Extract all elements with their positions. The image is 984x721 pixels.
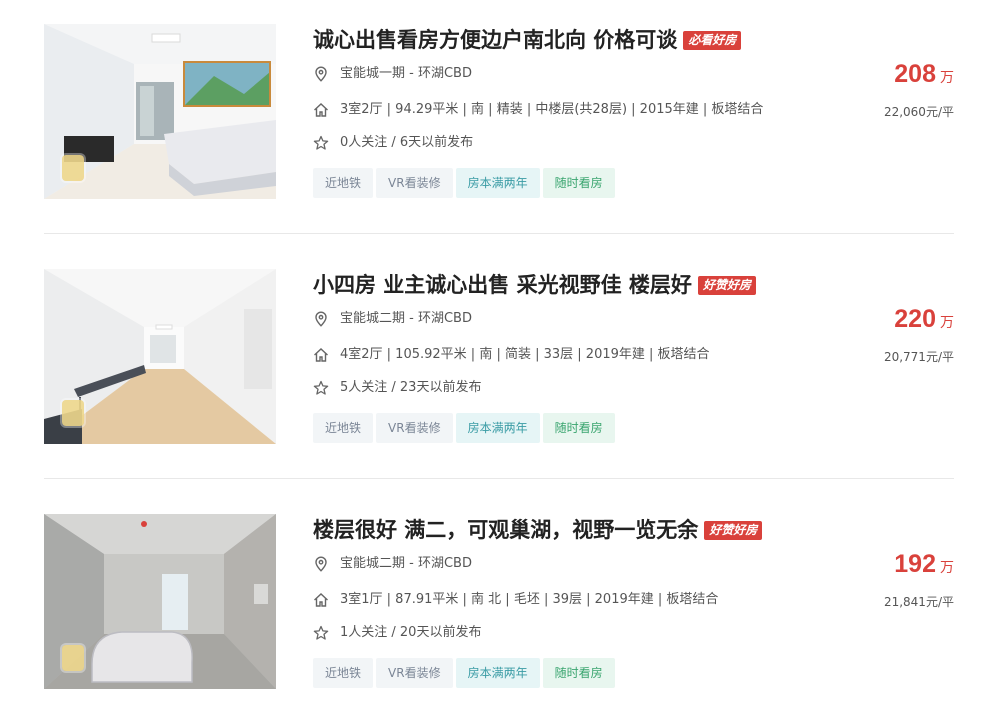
listing-tags: 近地铁 VR看装修 房本满两年 随时看房 bbox=[313, 658, 618, 688]
vr-badge-icon bbox=[62, 645, 84, 671]
house-info-text: 3室2厅 | 94.29平米 | 南 | 精装 | 中楼层(共28层) | 20… bbox=[340, 102, 764, 117]
follow-info-text: 0人关注 / 6天以前发布 bbox=[340, 135, 474, 150]
tag-two-years: 房本满两年 bbox=[455, 658, 540, 688]
listing-title-text[interactable]: 小四房 业主诚心出售 采光视野佳 楼层好 bbox=[313, 273, 692, 297]
listing-tags: 近地铁 VR看装修 房本满两年 随时看房 bbox=[313, 168, 618, 198]
total-price-unit: 万 bbox=[940, 70, 954, 86]
house-icon bbox=[314, 348, 328, 362]
house-info-text: 3室1厅 | 87.91平米 | 南 北 | 毛坯 | 39层 | 2019年建… bbox=[340, 592, 719, 607]
tag-near-subway: 近地铁 bbox=[313, 168, 374, 198]
listing-title-text[interactable]: 楼层很好 满二，可观巢湖，视野一览无余 bbox=[313, 518, 698, 542]
star-icon bbox=[313, 135, 329, 150]
tag-vr-decoration: VR看装修 bbox=[376, 168, 453, 198]
total-price-value: 220 bbox=[894, 305, 936, 333]
listing-card: 小四房 业主诚心出售 采光视野佳 楼层好 好赞好房 宝能城二期 - 环湖CBD 4… bbox=[44, 269, 954, 444]
location-pin-icon bbox=[315, 66, 327, 82]
tag-anytime-viewing: 随时看房 bbox=[542, 168, 615, 198]
house-icon bbox=[314, 593, 328, 607]
listing-tags: 近地铁 VR看装修 房本满两年 随时看房 bbox=[313, 413, 618, 443]
listing-title[interactable]: 小四房 业主诚心出售 采光视野佳 楼层好 好赞好房 bbox=[313, 270, 756, 300]
listing-title-badge: 好赞好房 bbox=[704, 521, 763, 540]
unit-price: 20,771元/平 bbox=[883, 350, 954, 364]
listing-photo[interactable] bbox=[44, 269, 276, 444]
location-link[interactable]: 宝能城一期 - 环湖CBD bbox=[340, 66, 472, 81]
total-price: 192 万 bbox=[894, 550, 954, 579]
house-info-text: 4室2厅 | 105.92平米 | 南 | 简装 | 33层 | 2019年建 … bbox=[340, 347, 710, 362]
location-link[interactable]: 宝能城二期 - 环湖CBD bbox=[340, 311, 472, 326]
location-link[interactable]: 宝能城二期 - 环湖CBD bbox=[340, 556, 472, 571]
listing-title[interactable]: 楼层很好 满二，可观巢湖，视野一览无余 好赞好房 bbox=[313, 515, 763, 545]
follow-info-text: 1人关注 / 20天以前发布 bbox=[340, 625, 482, 640]
listing-title-text[interactable]: 诚心出售看房方便边户南北向 价格可谈 bbox=[313, 28, 677, 52]
listing-photo[interactable] bbox=[44, 514, 276, 689]
star-icon bbox=[313, 380, 329, 395]
listing-divider bbox=[44, 478, 954, 479]
location-pin-icon bbox=[315, 556, 327, 572]
total-price-unit: 万 bbox=[940, 315, 954, 331]
listing-photo[interactable] bbox=[44, 24, 276, 199]
total-price-value: 208 bbox=[894, 60, 936, 88]
listing-card: 诚心出售看房方便边户南北向 价格可谈 必看好房 宝能城一期 - 环湖CBD 3室2… bbox=[44, 24, 954, 199]
total-price: 220 万 bbox=[894, 305, 954, 334]
tag-anytime-viewing: 随时看房 bbox=[542, 413, 615, 443]
tag-anytime-viewing: 随时看房 bbox=[542, 658, 615, 688]
listing-divider bbox=[44, 233, 954, 234]
house-icon bbox=[314, 103, 328, 117]
total-price-unit: 万 bbox=[940, 560, 954, 576]
listing-title-badge: 必看好房 bbox=[683, 31, 742, 50]
tag-two-years: 房本满两年 bbox=[455, 413, 540, 443]
unit-price: 22,060元/平 bbox=[883, 105, 954, 119]
total-price-value: 192 bbox=[894, 550, 936, 578]
listing-title-badge: 好赞好房 bbox=[697, 276, 756, 295]
vr-badge-icon bbox=[62, 155, 84, 181]
listing-card: 楼层很好 满二，可观巢湖，视野一览无余 好赞好房 宝能城二期 - 环湖CBD 3室… bbox=[44, 514, 954, 689]
tag-two-years: 房本满两年 bbox=[455, 168, 540, 198]
follow-info-text: 5人关注 / 23天以前发布 bbox=[340, 380, 482, 395]
star-icon bbox=[313, 625, 329, 640]
unit-price: 21,841元/平 bbox=[883, 595, 954, 609]
tag-vr-decoration: VR看装修 bbox=[376, 658, 453, 688]
vr-badge-icon bbox=[62, 400, 84, 426]
listing-title[interactable]: 诚心出售看房方便边户南北向 价格可谈 必看好房 bbox=[313, 25, 742, 55]
tag-near-subway: 近地铁 bbox=[313, 658, 374, 688]
location-pin-icon bbox=[315, 311, 327, 327]
tag-near-subway: 近地铁 bbox=[313, 413, 374, 443]
total-price: 208 万 bbox=[894, 60, 954, 89]
tag-vr-decoration: VR看装修 bbox=[376, 413, 453, 443]
